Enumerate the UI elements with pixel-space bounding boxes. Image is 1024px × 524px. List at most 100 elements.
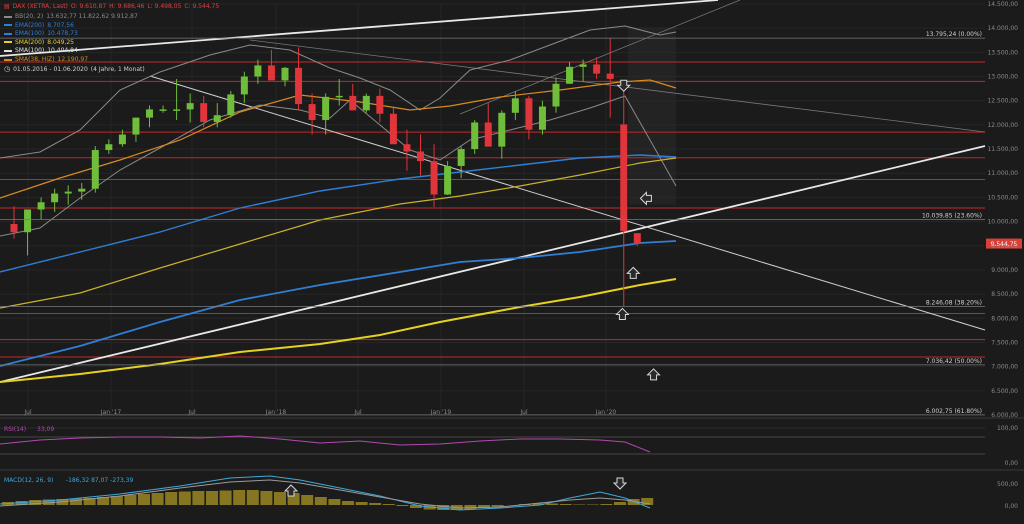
macd-histogram-bar [233,490,246,505]
y-tick-label: 10.000,00 [987,219,1018,226]
candle-body [471,122,479,150]
y-tick-label: 13.500,00 [987,49,1018,56]
macd-histogram-bar [614,502,626,505]
legend-swatch [4,41,12,44]
rsi-label: RSI(14) [4,426,26,433]
y-tick-label: 6.500,00 [991,388,1018,395]
y-tick-label: 13.000,00 [987,74,1018,81]
macd-values: -186,32 87,07 -273,39 [66,477,133,484]
legend-label: SMA(200) [15,38,45,46]
candle-body [267,65,275,81]
quote-high: H: 9.686,46 [109,3,145,10]
candle-body [186,103,194,110]
candle-body [78,188,86,192]
macd-histogram-bar [219,490,232,505]
macd-histogram-bar [165,492,178,505]
shaded-zone [628,27,676,205]
legend-swatch [4,49,12,52]
macd-tick: 0,00 [1005,503,1019,510]
legend-row: BB(20, 2) 13.632,77 11.822,62 9.912,87 [4,13,138,20]
candle-body [254,65,262,77]
candle-body [444,165,452,195]
period-note: (4 Jahre, 1 Monat) [90,65,145,73]
fib-label: 6.002,75 (61.80%) [926,408,982,415]
y-tick-label: 11.000,00 [987,170,1018,177]
legend-swatch [4,58,12,61]
candle-body [403,144,411,152]
candle-body [240,76,248,95]
macd-histogram-bar [491,505,504,507]
candle-body [498,112,506,147]
macd-histogram-bar [600,504,613,505]
instrument-icon: ▤ [4,3,10,10]
legend-value: 10.478,73 [47,30,78,38]
fib-label: 13.795,24 (0.00%) [926,31,982,38]
legend-label: SMA(100) [15,47,45,55]
macd-histogram-bar [586,504,599,505]
candle-body [118,134,126,145]
candle-body [552,83,560,107]
quote-open: O: 9.610,87 [70,3,107,10]
candle-body [146,109,153,118]
candle-body [159,109,167,111]
candle-body [37,202,45,210]
instrument-row: ▤ DAX (XETRA, Last) O: 9.610,87 H: 9.686… [4,3,219,10]
candle-body [362,95,370,111]
rsi-tick: 100,00 [997,425,1018,432]
candle-body [593,64,601,74]
legend-row: SMA(38, HiZ) 12.190,97 [4,56,88,63]
fib-label: 8.246,08 (38.20%) [926,299,982,306]
candle-body [200,103,208,122]
chart-background [0,0,1024,524]
candle-body [525,98,533,130]
instrument-title: DAX (XETRA, Last) [12,3,68,10]
quote-low: L: 9.498,05 [147,3,182,10]
legend-label: EMA(200) [15,21,45,29]
macd-histogram-bar [342,501,354,505]
candle-body [484,122,492,147]
legend-swatch [4,32,12,35]
candle-body [457,149,465,166]
y-tick-label: 14.000,00 [987,25,1018,32]
candle-body [132,117,140,135]
candle-body [308,104,316,121]
y-tick-label: 14.500,00 [987,1,1018,8]
candle-body [349,95,357,111]
candle-body [511,98,519,113]
candle-body [606,73,614,79]
macd-histogram-bar [314,497,327,505]
candle-body [376,95,384,114]
legend-row: SMA(200) 8.049,25 [4,39,74,46]
legend-label: BB(20, 2) [15,13,44,20]
fib-label: 10.039,85 (23.60%) [922,213,982,220]
candle-body [91,150,99,189]
candle-body [620,124,628,232]
y-tick-label: 11.500,00 [987,146,1018,153]
candle-body [105,144,113,151]
y-tick-label: 12.500,00 [987,98,1018,105]
macd-histogram-bar [110,496,123,505]
candle-body [322,96,330,121]
legend-value: 10.404,84 [47,47,78,55]
candle-body [64,191,72,194]
candle-body [281,67,289,81]
y-tick-label: 7.000,00 [991,364,1018,371]
legend-row: EMA(200) 8.707,56 [4,22,74,29]
legend-value: 12.190,97 [57,56,89,63]
period-range: 01.05.2016 - 01.06.2020 [13,65,88,73]
macd-histogram-bar [124,495,137,505]
candle-body [213,115,221,122]
candle-body [538,106,546,130]
clock-icon: ◷ [4,65,11,73]
macd-histogram-bar [355,502,368,505]
macd-histogram-bar [382,504,395,505]
legend-row: SMA(100) 10.404,84 [4,47,78,54]
macd-tick: 500,00 [997,481,1018,488]
y-tick-label: 7.500,00 [991,339,1018,346]
macd-histogram-bar [559,504,572,505]
macd-histogram-bar [369,503,382,505]
candle-body [295,67,303,105]
rsi-value: 33,09 [37,426,54,433]
legend-swatch [4,15,12,18]
candle-body [227,94,235,116]
